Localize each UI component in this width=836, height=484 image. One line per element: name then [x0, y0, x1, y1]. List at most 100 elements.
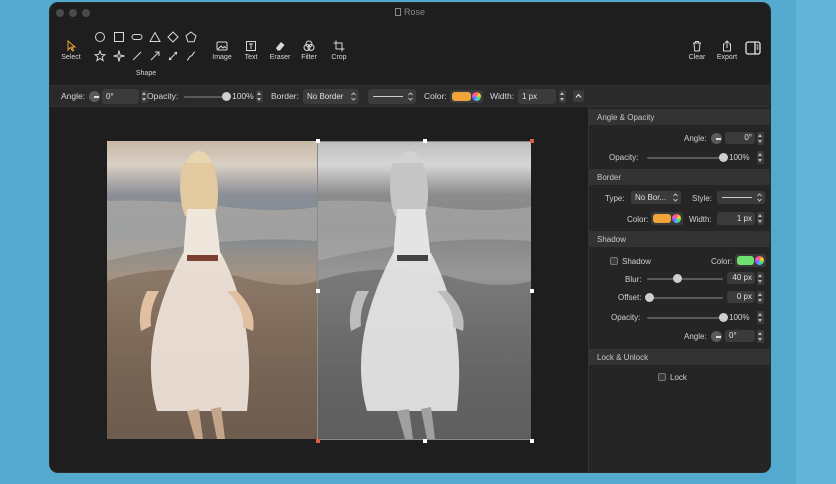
panel-border-color-swatch — [653, 214, 671, 223]
resize-handle-bottom[interactable] — [423, 439, 427, 443]
shadow-section-header: Shadow — [589, 231, 770, 247]
panel-border-width-stepper[interactable] — [757, 212, 764, 225]
star-icon[interactable] — [94, 50, 106, 62]
width-label: Width: — [490, 91, 515, 101]
diamond-icon[interactable] — [167, 31, 179, 43]
lock-section-header: Lock & Unlock — [589, 349, 770, 365]
panel-opacity-knob[interactable] — [718, 153, 728, 162]
opacity-value: 100% — [232, 91, 254, 101]
arrow-icon[interactable] — [149, 50, 161, 62]
collapse-options-button[interactable] — [573, 90, 584, 102]
panel-shadow-color-label: Color: — [711, 257, 733, 266]
color-wheel-icon — [472, 92, 481, 101]
resize-handle-bottom-right[interactable] — [530, 439, 534, 443]
sidebar-toggle-icon[interactable] — [745, 40, 761, 56]
panel-shadow-color-well[interactable] — [735, 254, 766, 267]
panel-shadow-opacity-slider[interactable] — [647, 317, 723, 319]
circle-icon[interactable] — [94, 31, 106, 43]
sparkle-icon[interactable] — [113, 50, 125, 62]
cursor-icon — [67, 40, 77, 52]
panel-angle-dial[interactable] — [711, 133, 722, 144]
angle-field[interactable]: 0° — [102, 89, 139, 104]
panel-blur-field[interactable]: 40 px — [727, 272, 755, 284]
shape-tool-label: Shape — [135, 70, 157, 77]
select-tool-button[interactable]: Select — [59, 40, 83, 61]
image-tool-label: Image — [212, 54, 232, 61]
resize-handle-bottom-left[interactable] — [316, 439, 320, 443]
rounded-rect-icon[interactable] — [131, 31, 143, 43]
text-tool-button[interactable]: Text — [239, 40, 263, 61]
inspector-panel: Angle & Opacity Angle: 0° Opacity: 100% … — [588, 107, 770, 472]
filter-tool-button[interactable]: Filter — [297, 40, 321, 61]
select-tool-label: Select — [61, 54, 81, 61]
crop-tool-button[interactable]: Crop — [327, 40, 351, 61]
border-type-select[interactable]: No Border — [303, 89, 359, 104]
crop-icon — [333, 40, 345, 52]
resize-handle-top[interactable] — [423, 139, 427, 143]
panel-shadow-angle-stepper[interactable] — [757, 330, 764, 343]
panel-opacity-stepper[interactable] — [757, 151, 764, 164]
opacity-stepper[interactable] — [256, 90, 263, 103]
border-label: Border: — [271, 91, 299, 101]
panel-border-width-label: Width: — [689, 215, 712, 224]
eraser-tool-button[interactable]: Eraser — [267, 40, 293, 61]
panel-offset-slider[interactable] — [649, 297, 723, 299]
panel-border-style-select[interactable] — [717, 191, 765, 204]
panel-shadow-opacity-label: Opacity: — [611, 313, 641, 322]
border-section-header: Border — [589, 169, 770, 185]
up-down-chevron-icon — [351, 92, 356, 101]
panel-shadow-opacity-stepper[interactable] — [757, 311, 764, 324]
panel-shadow-opacity-knob[interactable] — [718, 313, 728, 322]
panel-shadow-angle-field[interactable]: 0° — [725, 330, 755, 342]
panel-offset-field[interactable]: 0 px — [727, 291, 755, 303]
panel-border-width-field[interactable]: 1 px — [717, 212, 755, 225]
drawing-canvas[interactable] — [50, 107, 588, 472]
panel-opacity-slider[interactable] — [647, 157, 723, 159]
panel-angle-field[interactable]: 0° — [725, 132, 755, 144]
panel-border-color-label: Color: — [627, 215, 649, 224]
line-icon[interactable] — [131, 50, 143, 62]
panel-blur-slider[interactable] — [647, 278, 723, 280]
opacity-slider[interactable] — [184, 96, 226, 98]
photo-grayscale-half — [317, 141, 531, 439]
panel-shadow-angle-dial[interactable] — [711, 331, 722, 342]
square-icon[interactable] — [113, 31, 125, 43]
panel-border-type-label: Type: — [605, 194, 625, 203]
panel-border-type-select[interactable]: No Bor... — [631, 191, 681, 204]
resize-handle-top-left[interactable] — [316, 139, 320, 143]
panel-blur-stepper[interactable] — [757, 272, 764, 285]
filter-circles-icon — [303, 40, 315, 51]
resize-handle-left[interactable] — [316, 289, 320, 293]
panel-blur-label: Blur: — [625, 275, 642, 284]
panel-blur-knob[interactable] — [672, 274, 682, 283]
eraser-tool-label: Eraser — [269, 54, 291, 61]
export-button[interactable]: Export — [713, 40, 741, 61]
curve-icon[interactable] — [185, 50, 197, 62]
double-arrow-icon[interactable] — [167, 50, 179, 62]
opacity-slider-knob[interactable] — [221, 92, 231, 101]
image-tool-button[interactable]: Image — [209, 40, 235, 61]
panel-angle-stepper[interactable] — [757, 132, 764, 145]
angle-dial[interactable] — [89, 91, 100, 102]
up-down-chevron-icon — [757, 193, 762, 202]
border-style-select[interactable] — [368, 89, 416, 104]
document-icon — [394, 8, 401, 16]
rotate-handle-top-right[interactable] — [530, 139, 534, 143]
opacity-label: Opacity: — [147, 91, 179, 101]
color-well[interactable] — [450, 90, 483, 103]
trash-icon — [693, 41, 701, 52]
panel-shadow-color-swatch — [737, 256, 754, 265]
pentagon-icon[interactable] — [185, 31, 197, 43]
up-down-chevron-icon — [408, 92, 413, 101]
panel-offset-knob[interactable] — [644, 293, 654, 302]
clear-button[interactable]: Clear — [684, 40, 710, 61]
resize-handle-right[interactable] — [530, 289, 534, 293]
width-stepper[interactable] — [559, 90, 566, 103]
lock-checkbox[interactable] — [658, 373, 666, 381]
panel-border-color-well[interactable] — [651, 212, 683, 225]
triangle-icon[interactable] — [149, 31, 161, 43]
panel-offset-stepper[interactable] — [757, 291, 764, 304]
text-tool-label: Text — [244, 54, 258, 61]
shadow-checkbox[interactable] — [610, 257, 618, 265]
width-field[interactable]: 1 px — [518, 89, 556, 104]
